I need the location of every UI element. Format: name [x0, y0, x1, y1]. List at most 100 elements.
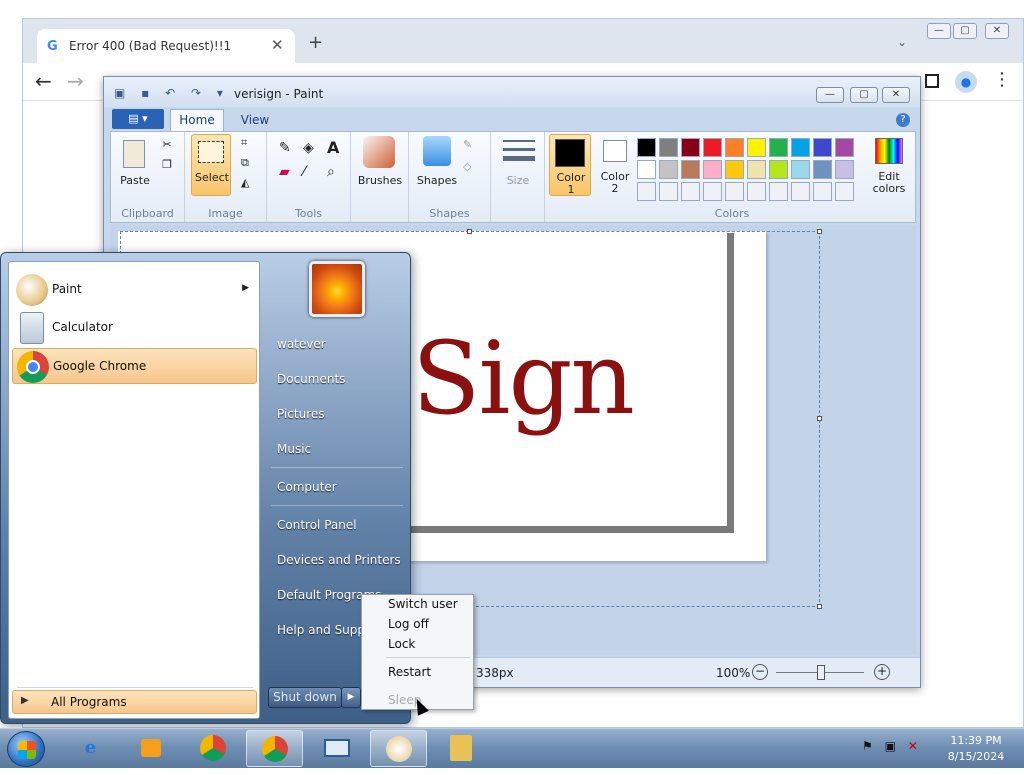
- start-right-music[interactable]: Music: [277, 442, 311, 456]
- resize-handle[interactable]: [817, 416, 822, 421]
- palette-custom-swatch[interactable]: [637, 182, 656, 201]
- palette-color-swatch[interactable]: [637, 138, 656, 157]
- palette-color-swatch[interactable]: [747, 160, 766, 179]
- palette-color-swatch[interactable]: [813, 138, 832, 157]
- chrome-minimize-button[interactable]: —: [927, 23, 951, 39]
- new-tab-button[interactable]: +: [308, 32, 323, 53]
- start-right-control-panel[interactable]: Control Panel: [277, 518, 357, 532]
- palette-color-swatch[interactable]: [791, 160, 810, 179]
- tab-home[interactable]: Home: [170, 109, 224, 131]
- palette-color-swatch[interactable]: [835, 160, 854, 179]
- palette-custom-swatch[interactable]: [725, 182, 744, 201]
- quick-access-toolbar[interactable]: ▣ ▪ ↶ ↷ ▾: [114, 86, 229, 100]
- palette-color-swatch[interactable]: [725, 138, 744, 157]
- shut-down-button[interactable]: Shut down: [268, 687, 342, 708]
- taskbar-chrome-active[interactable]: [246, 730, 303, 767]
- edit-colors-button[interactable]: Edit colors: [865, 136, 913, 198]
- copy-icon[interactable]: ❐: [159, 158, 175, 171]
- palette-color-swatch[interactable]: [791, 138, 810, 157]
- crop-icon[interactable]: ⌗: [241, 136, 247, 150]
- resize-icon[interactable]: ⧉: [241, 156, 249, 170]
- fill-shape-icon[interactable]: ◇: [463, 160, 471, 173]
- resize-handle[interactable]: [467, 229, 472, 234]
- tab-close-icon[interactable]: ✕: [271, 36, 284, 54]
- flag-icon[interactable]: ⚑: [862, 739, 873, 753]
- palette-custom-swatch[interactable]: [769, 182, 788, 201]
- cut-icon[interactable]: ✂: [159, 138, 175, 151]
- palette-color-swatch[interactable]: [659, 160, 678, 179]
- back-arrow-icon[interactable]: ←: [35, 69, 52, 93]
- volume-muted-icon[interactable]: ✕: [908, 739, 918, 753]
- side-panel-icon[interactable]: [925, 74, 939, 88]
- resize-handle[interactable]: [817, 229, 822, 234]
- palette-color-swatch[interactable]: [703, 138, 722, 157]
- size-group[interactable]: Size: [491, 132, 545, 222]
- start-button[interactable]: [7, 731, 45, 767]
- palette-color-swatch[interactable]: [659, 138, 678, 157]
- magnifier-icon[interactable]: ⌕: [327, 164, 335, 180]
- pencil-icon[interactable]: ✎: [279, 140, 291, 156]
- start-item-google-chrome[interactable]: Google Chrome: [12, 348, 257, 384]
- clock[interactable]: 11:39 PM 8/15/2024: [946, 733, 1006, 765]
- palette-custom-swatch[interactable]: [659, 182, 678, 201]
- palette-custom-swatch[interactable]: [703, 182, 722, 201]
- taskbar-media-player[interactable]: [122, 730, 179, 767]
- tab-view[interactable]: View: [230, 109, 280, 131]
- eraser-icon[interactable]: ▰: [279, 164, 290, 180]
- network-icon[interactable]: ▣: [885, 739, 896, 753]
- submenu-arrow-icon[interactable]: ▶: [242, 283, 249, 293]
- start-item-paint[interactable]: Paint ▶: [12, 272, 257, 308]
- taskbar-ie[interactable]: e: [62, 730, 119, 767]
- palette-color-swatch[interactable]: [681, 160, 700, 179]
- palette-color-swatch[interactable]: [813, 160, 832, 179]
- color1-button[interactable]: Color 1: [549, 134, 591, 196]
- start-item-calculator[interactable]: Calculator: [12, 310, 257, 346]
- palette-color-swatch[interactable]: [769, 160, 788, 179]
- chrome-maximize-button[interactable]: ▢: [953, 23, 977, 39]
- palette-color-swatch[interactable]: [725, 160, 744, 179]
- paint-minimize-button[interactable]: —: [816, 87, 844, 103]
- paint-close-button[interactable]: ✕: [882, 87, 910, 103]
- chrome-menu-icon[interactable]: ⋮: [993, 69, 1011, 90]
- zoom-out-button[interactable]: −: [752, 664, 768, 680]
- palette-color-swatch[interactable]: [681, 138, 700, 157]
- palette-color-swatch[interactable]: [703, 160, 722, 179]
- resize-handle[interactable]: [817, 604, 822, 609]
- outline-icon[interactable]: ✎: [463, 138, 472, 151]
- zoom-in-button[interactable]: +: [874, 664, 890, 680]
- text-icon[interactable]: A: [327, 138, 339, 157]
- select-button[interactable]: Select: [191, 134, 231, 196]
- rotate-icon[interactable]: ◭: [241, 176, 249, 189]
- chrome-close-button[interactable]: ✕: [985, 23, 1009, 39]
- palette-custom-swatch[interactable]: [835, 182, 854, 201]
- user-picture-avatar[interactable]: [309, 261, 365, 317]
- shut-down-options-arrow[interactable]: ▶: [341, 687, 361, 708]
- brushes-group[interactable]: Brushes: [351, 132, 409, 222]
- menu-item-switch-user[interactable]: Switch user: [388, 597, 458, 611]
- start-right-pictures[interactable]: Pictures: [277, 407, 325, 421]
- forward-arrow-icon[interactable]: →: [67, 69, 84, 93]
- fill-icon[interactable]: ◈: [303, 140, 314, 156]
- taskbar-paint[interactable]: [370, 730, 427, 767]
- paint-maximize-button[interactable]: ▢: [850, 87, 878, 103]
- menu-item-lock[interactable]: Lock: [388, 637, 415, 651]
- start-right-documents[interactable]: Documents: [277, 372, 345, 386]
- palette-custom-swatch[interactable]: [747, 182, 766, 201]
- tab-search-icon[interactable]: ⌄: [897, 35, 907, 49]
- menu-item-restart[interactable]: Restart: [388, 665, 431, 679]
- palette-color-swatch[interactable]: [835, 138, 854, 157]
- taskbar-chrome[interactable]: [184, 730, 241, 767]
- color2-button[interactable]: Color 2: [595, 134, 635, 196]
- shapes-button[interactable]: Shapes: [413, 174, 461, 187]
- paste-button[interactable]: Paste: [117, 174, 153, 187]
- taskbar-explorer[interactable]: [432, 730, 489, 767]
- brushes-button[interactable]: Brushes: [351, 174, 409, 187]
- paint-menu-button[interactable]: ▤ ▾: [112, 109, 164, 129]
- start-right-computer[interactable]: Computer: [277, 480, 337, 494]
- start-right-devices-printers[interactable]: Devices and Printers: [277, 553, 401, 567]
- palette-custom-swatch[interactable]: [791, 182, 810, 201]
- taskbar-remote-desktop[interactable]: [308, 730, 365, 767]
- palette-custom-swatch[interactable]: [813, 182, 832, 201]
- start-right-user[interactable]: watever: [277, 337, 326, 351]
- palette-color-swatch[interactable]: [769, 138, 788, 157]
